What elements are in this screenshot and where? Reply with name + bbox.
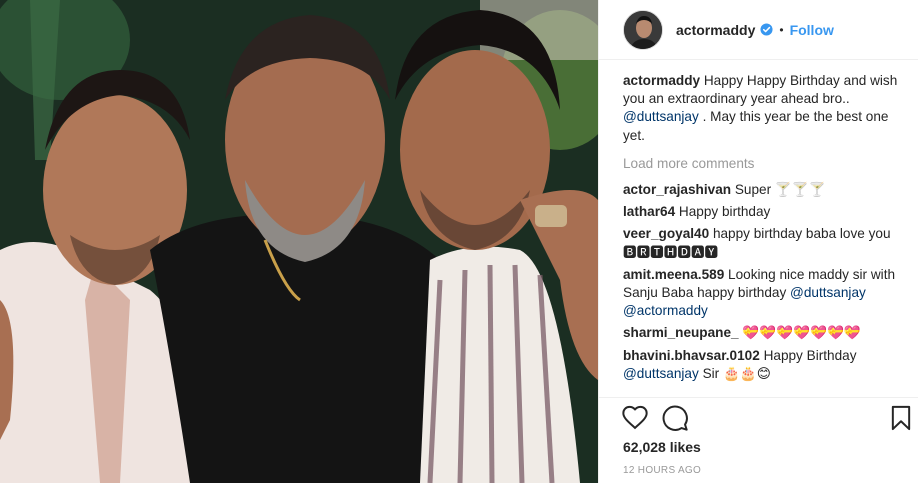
post-sidebar: actormaddy • Follow actormaddy Happy Hap…: [598, 0, 918, 483]
likes-count[interactable]: 62,028 likes: [623, 439, 701, 455]
post-caption: actormaddy Happy Happy Birthday and wish…: [623, 72, 907, 145]
comment-text-end: Sir 🎂🎂😊: [702, 365, 771, 381]
post-timestamp[interactable]: 12 HOURS AGO: [623, 465, 701, 476]
comment-text: Super 🍸🍸🍸: [734, 182, 826, 198]
post-photo[interactable]: [0, 0, 598, 483]
comment-text: Happy birthday: [678, 204, 771, 220]
separator-dot: •: [779, 22, 784, 37]
bookmark-icon[interactable]: [887, 404, 915, 432]
post-header: actormaddy • Follow: [599, 0, 918, 60]
caption-mention[interactable]: @duttsanjay: [623, 109, 699, 124]
comment-item: amit.meena.589 Looking nice maddy sir wi…: [623, 266, 907, 321]
comment-username[interactable]: sharmi_neupane_: [623, 325, 739, 340]
comments-list: actormaddy Happy Happy Birthday and wish…: [623, 72, 907, 392]
heart-icon[interactable]: [621, 404, 649, 432]
comment-bubble-icon[interactable]: [661, 404, 689, 432]
photo-illustration: [0, 0, 598, 483]
comment-item: lathar64 Happy birthday: [623, 203, 907, 221]
post-actions-bar: [599, 397, 918, 439]
avatar[interactable]: [623, 9, 663, 50]
comment-username[interactable]: amit.meena.589: [623, 267, 724, 282]
post-username[interactable]: actormaddy: [676, 22, 755, 38]
caption-username[interactable]: actormaddy: [623, 73, 700, 88]
comment-username[interactable]: veer_goyal40: [623, 226, 709, 241]
comment-text: 💝💝💝💝💝💝💝: [742, 325, 861, 341]
comment-username[interactable]: lathar64: [623, 204, 675, 219]
comment-item: sharmi_neupane_ 💝💝💝💝💝💝💝: [623, 324, 907, 342]
comment-item: veer_goyal40 happy birthday baba love yo…: [623, 225, 907, 261]
comment-mention[interactable]: @duttsanjay: [623, 366, 699, 381]
comment-username[interactable]: actor_rajashivan: [623, 182, 731, 197]
comment-username[interactable]: bhavini.bhavsar.0102: [623, 348, 760, 363]
avatar-image: [624, 10, 662, 49]
comment-item: bhavini.bhavsar.0102 Happy Birthday @dut…: [623, 347, 907, 383]
verified-badge-icon: [760, 23, 773, 36]
load-more-comments-link[interactable]: Load more comments: [623, 155, 907, 173]
comment-text: Happy Birthday: [763, 347, 857, 363]
comment-item: actor_rajashivan Super 🍸🍸🍸: [623, 181, 907, 199]
follow-button[interactable]: Follow: [790, 22, 834, 38]
